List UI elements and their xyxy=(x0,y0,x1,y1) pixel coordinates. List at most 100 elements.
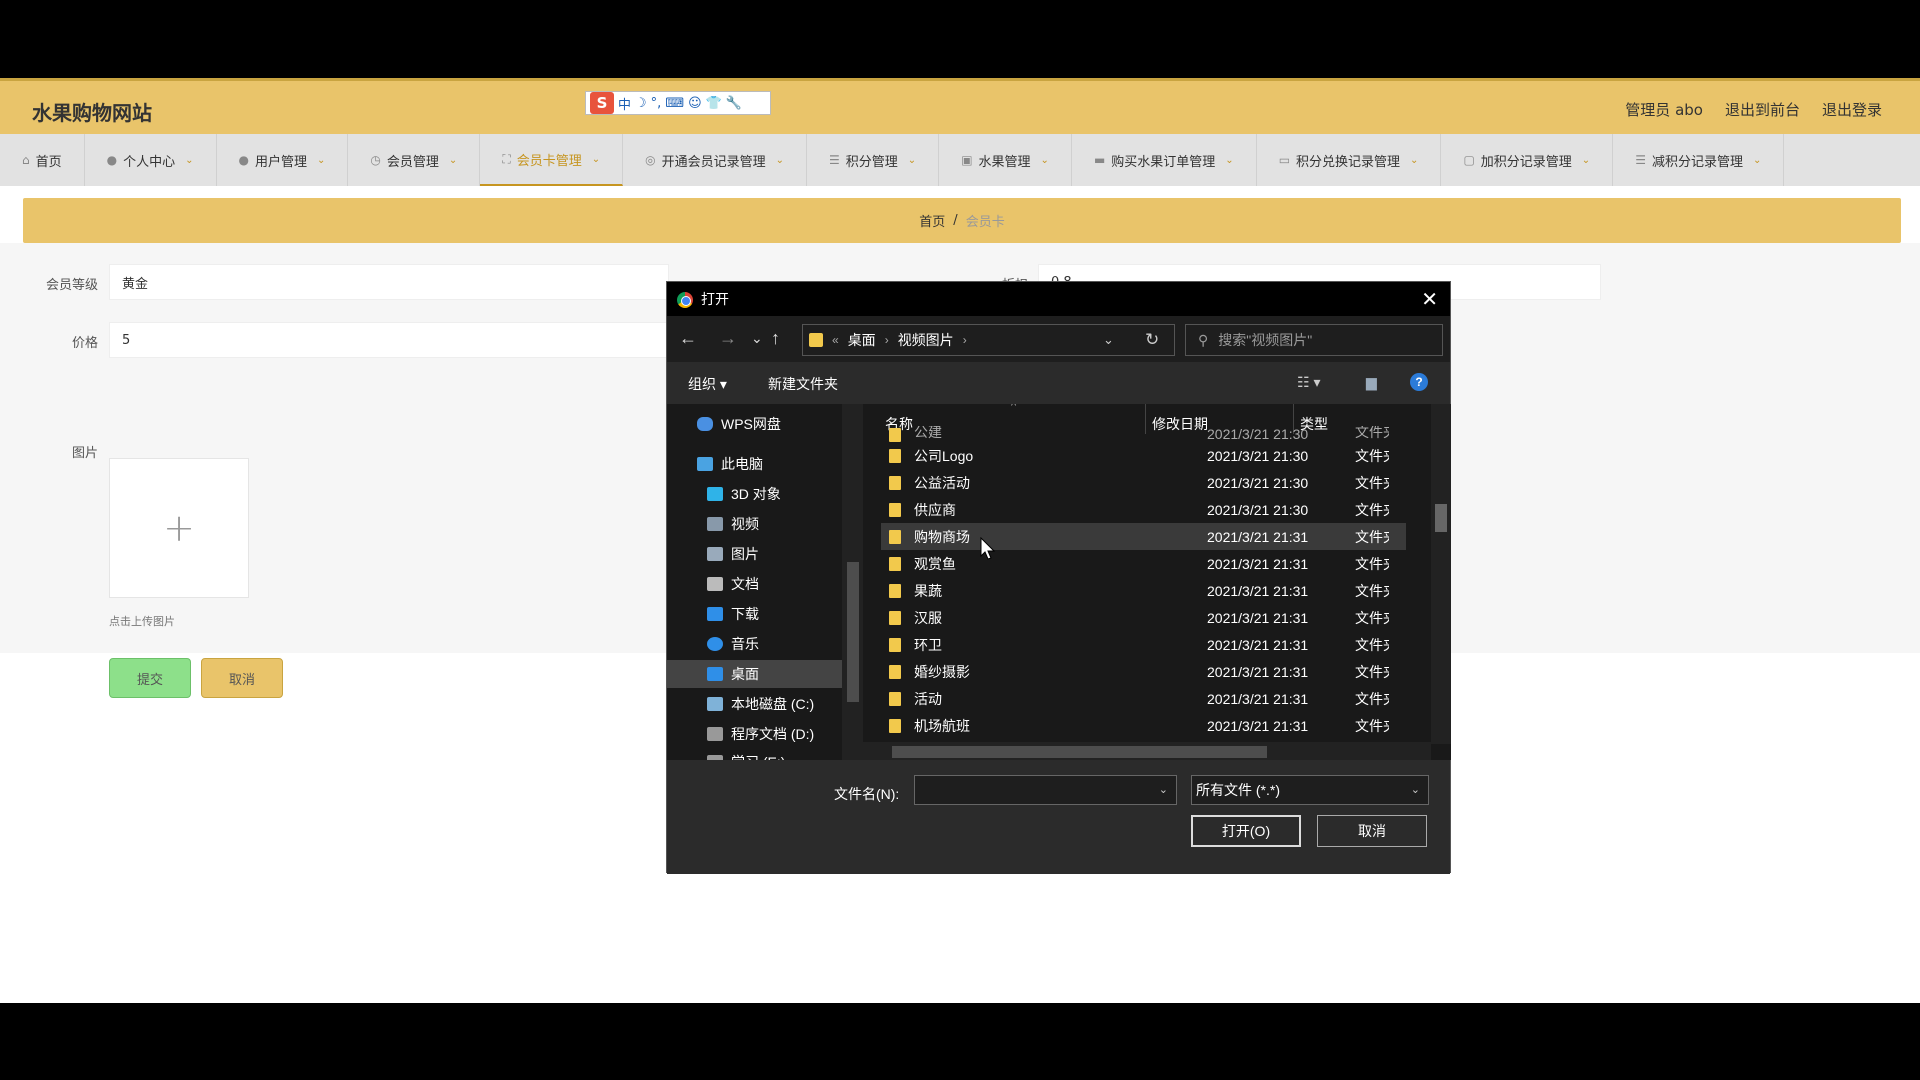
tree-item-drive-d[interactable]: 程序文档 (D:) xyxy=(667,720,842,748)
folder-icon xyxy=(889,475,901,490)
file-row[interactable]: 婚纱摄影 2021/3/21 21:31 文件夹 xyxy=(881,658,1406,685)
nav-item-points[interactable]: ☰ 积分管理 ⌄ xyxy=(807,134,940,186)
file-open-dialog: 打开 ✕ ← → ⌄ ↑ « 桌面 › 视频图片 › ⌄ ↻ ⚲ 搜索"视频图片… xyxy=(666,281,1451,874)
ime-mode-icon[interactable]: 中 xyxy=(618,94,631,113)
tree-item-this-pc[interactable]: 此电脑 xyxy=(667,450,842,478)
ime-tool-icon[interactable]: 🔧 xyxy=(726,96,742,111)
navigation-tree: WPS网盘 此电脑 3D 对象 视频 图片 文档 下载 音乐 桌面 本地磁盘 (… xyxy=(667,404,863,760)
chevron-down-icon[interactable]: ⌄ xyxy=(1103,332,1114,348)
nav-item-orders[interactable]: ▬ 购买水果订单管理 ⌄ xyxy=(1072,134,1257,186)
address-bar[interactable]: « 桌面 › 视频图片 › ⌄ ↻ xyxy=(802,324,1175,356)
submit-button[interactable]: 提交 xyxy=(109,658,191,698)
card-icon: ⛶ xyxy=(502,151,511,166)
list-vertical-thumb[interactable] xyxy=(1435,504,1447,532)
ime-user-icon[interactable]: ☺ xyxy=(688,96,702,111)
tree-label: 程序文档 (D:) xyxy=(731,726,815,742)
nav-item-personal[interactable]: ● 个人中心 ⌄ xyxy=(85,134,217,186)
chevron-down-icon[interactable]: ⌄ xyxy=(1159,783,1168,796)
back-arrow-icon[interactable]: ← xyxy=(679,328,697,349)
nav-item-home[interactable]: ⌂ 首页 xyxy=(0,134,85,186)
nav-item-fruits[interactable]: ▣ 水果管理 ⌄ xyxy=(939,134,1072,186)
tree-item-pictures[interactable]: 图片 xyxy=(667,540,842,568)
nav-item-open-member-records[interactable]: ◎ 开通会员记录管理 ⌄ xyxy=(623,134,808,186)
open-button[interactable]: 打开(O) xyxy=(1191,815,1301,847)
file-row[interactable]: 购物商场 2021/3/21 21:31 文件夹 xyxy=(881,523,1406,550)
tree-item-videos[interactable]: 视频 xyxy=(667,510,842,538)
ime-keyboard-icon[interactable]: ⌨ xyxy=(665,96,684,111)
view-options-icon[interactable]: ☷ ▾ xyxy=(1297,374,1320,391)
nav-item-exchange-records[interactable]: ▭ 积分兑换记录管理 ⌄ xyxy=(1257,134,1442,186)
dialog-cancel-button[interactable]: 取消 xyxy=(1317,815,1427,847)
chat-icon: ▢ xyxy=(1463,153,1475,167)
file-row[interactable]: 活动 2021/3/21 21:31 文件夹 xyxy=(881,685,1406,712)
level-input[interactable]: 黄金 xyxy=(109,264,669,300)
sogou-logo-icon[interactable]: S xyxy=(590,92,614,114)
tree-label: 图片 xyxy=(731,546,759,562)
up-arrow-icon[interactable]: ↑ xyxy=(771,328,780,349)
cloud-icon xyxy=(697,417,713,431)
preview-pane-icon[interactable]: ▆ xyxy=(1366,374,1377,391)
file-row[interactable]: 公益活动 2021/3/21 21:30 文件夹 xyxy=(881,469,1406,496)
chevron-down-icon[interactable]: ⌄ xyxy=(1411,783,1420,796)
tree-item-music[interactable]: 音乐 xyxy=(667,630,842,658)
file-row[interactable]: 机场航班 2021/3/21 21:31 文件夹 xyxy=(881,712,1406,739)
forward-arrow-icon[interactable]: → xyxy=(719,328,737,349)
ime-toolbar[interactable]: S 中 ☽ °, ⌨ ☺ 👕 🔧 xyxy=(585,91,771,115)
ime-punct-icon[interactable]: °, xyxy=(651,96,662,111)
nav-item-reduce-points[interactable]: ☰ 减积分记录管理 ⌄ xyxy=(1613,134,1785,186)
file-row[interactable]: 汉服 2021/3/21 21:31 文件夹 xyxy=(881,604,1406,631)
nav-item-add-points[interactable]: ▢ 加积分记录管理 ⌄ xyxy=(1441,134,1614,186)
close-icon[interactable]: ✕ xyxy=(1421,287,1438,312)
new-folder-button[interactable]: 新建文件夹 xyxy=(768,374,838,394)
tree-label: 此电脑 xyxy=(721,456,763,472)
file-date: 2021/3/21 21:31 xyxy=(1207,636,1309,653)
logout-link[interactable]: 退出登录 xyxy=(1822,99,1882,120)
file-type: 文件夹 xyxy=(1355,447,1389,464)
refresh-icon[interactable]: ↻ xyxy=(1145,330,1159,350)
dialog-title: 打开 xyxy=(701,291,729,307)
nav-item-users[interactable]: ● 用户管理 ⌄ xyxy=(217,134,349,186)
tree-item-wps[interactable]: WPS网盘 xyxy=(667,410,842,438)
cancel-button[interactable]: 取消 xyxy=(201,658,283,698)
plus-icon: + xyxy=(163,506,195,550)
list-vertical-scrollbar[interactable] xyxy=(1431,404,1451,744)
file-name: 公益活动 xyxy=(914,474,970,491)
search-input[interactable]: ⚲ 搜索"视频图片" xyxy=(1185,324,1443,356)
breadcrumb-home[interactable]: 首页 xyxy=(919,211,945,230)
path-overflow[interactable]: « xyxy=(832,333,839,347)
tree-item-3d[interactable]: 3D 对象 xyxy=(667,480,842,508)
file-row[interactable]: 观赏鱼 2021/3/21 21:31 文件夹 xyxy=(881,550,1406,577)
price-input[interactable]: 5 xyxy=(109,322,669,358)
organize-button[interactable]: 组织 ▾ xyxy=(688,374,727,394)
nav-item-members[interactable]: ◷ 会员管理 ⌄ xyxy=(348,134,481,186)
file-date: 2021/3/21 21:31 xyxy=(1207,663,1309,680)
list-horizontal-thumb[interactable] xyxy=(892,746,1267,758)
file-row[interactable]: 果蔬 2021/3/21 21:31 文件夹 xyxy=(881,577,1406,604)
site-header: 水果购物网站 S 中 ☽ °, ⌨ ☺ 👕 🔧 管理员 abo 退出到前台 退出… xyxy=(0,78,1920,134)
tree-scroll-thumb[interactable] xyxy=(847,562,859,702)
filetype-select[interactable]: 所有文件 (*.*) ⌄ xyxy=(1191,775,1429,805)
help-icon[interactable]: ? xyxy=(1410,373,1428,391)
tree-item-desktop[interactable]: 桌面 xyxy=(667,660,842,688)
tree-item-downloads[interactable]: 下载 xyxy=(667,600,842,628)
recent-locations-icon[interactable]: ⌄ xyxy=(751,330,763,347)
ime-moon-icon[interactable]: ☽ xyxy=(635,96,647,111)
back-to-front-link[interactable]: 退出到前台 xyxy=(1725,99,1800,120)
path-video-pictures[interactable]: 视频图片 xyxy=(898,330,954,350)
file-row[interactable]: 公司Logo 2021/3/21 21:30 文件夹 xyxy=(881,442,1406,469)
tree-item-drive-c[interactable]: 本地磁盘 (C:) xyxy=(667,690,842,718)
filename-input[interactable]: ⌄ xyxy=(914,775,1177,805)
folder-icon xyxy=(889,529,901,544)
chevron-right-icon[interactable]: › xyxy=(885,333,889,347)
tree-item-drive-e[interactable]: 学习 (E:) xyxy=(667,748,842,760)
file-row[interactable]: 供应商 2021/3/21 21:30 文件夹 xyxy=(881,496,1406,523)
ime-skin-icon[interactable]: 👕 xyxy=(706,96,722,111)
nav-item-member-cards[interactable]: ⛶ 会员卡管理 ⌄ xyxy=(480,134,624,186)
nav-label: 加积分记录管理 xyxy=(1480,154,1572,170)
file-row[interactable]: 环卫 2021/3/21 21:31 文件夹 xyxy=(881,631,1406,658)
chevron-right-icon[interactable]: › xyxy=(963,333,967,347)
tree-item-documents[interactable]: 文档 xyxy=(667,570,842,598)
path-desktop[interactable]: 桌面 xyxy=(848,330,876,350)
file-row[interactable]: 公建 2021/3/21 21:30 文件夹 xyxy=(881,426,1406,442)
image-upload[interactable]: + xyxy=(109,458,249,598)
